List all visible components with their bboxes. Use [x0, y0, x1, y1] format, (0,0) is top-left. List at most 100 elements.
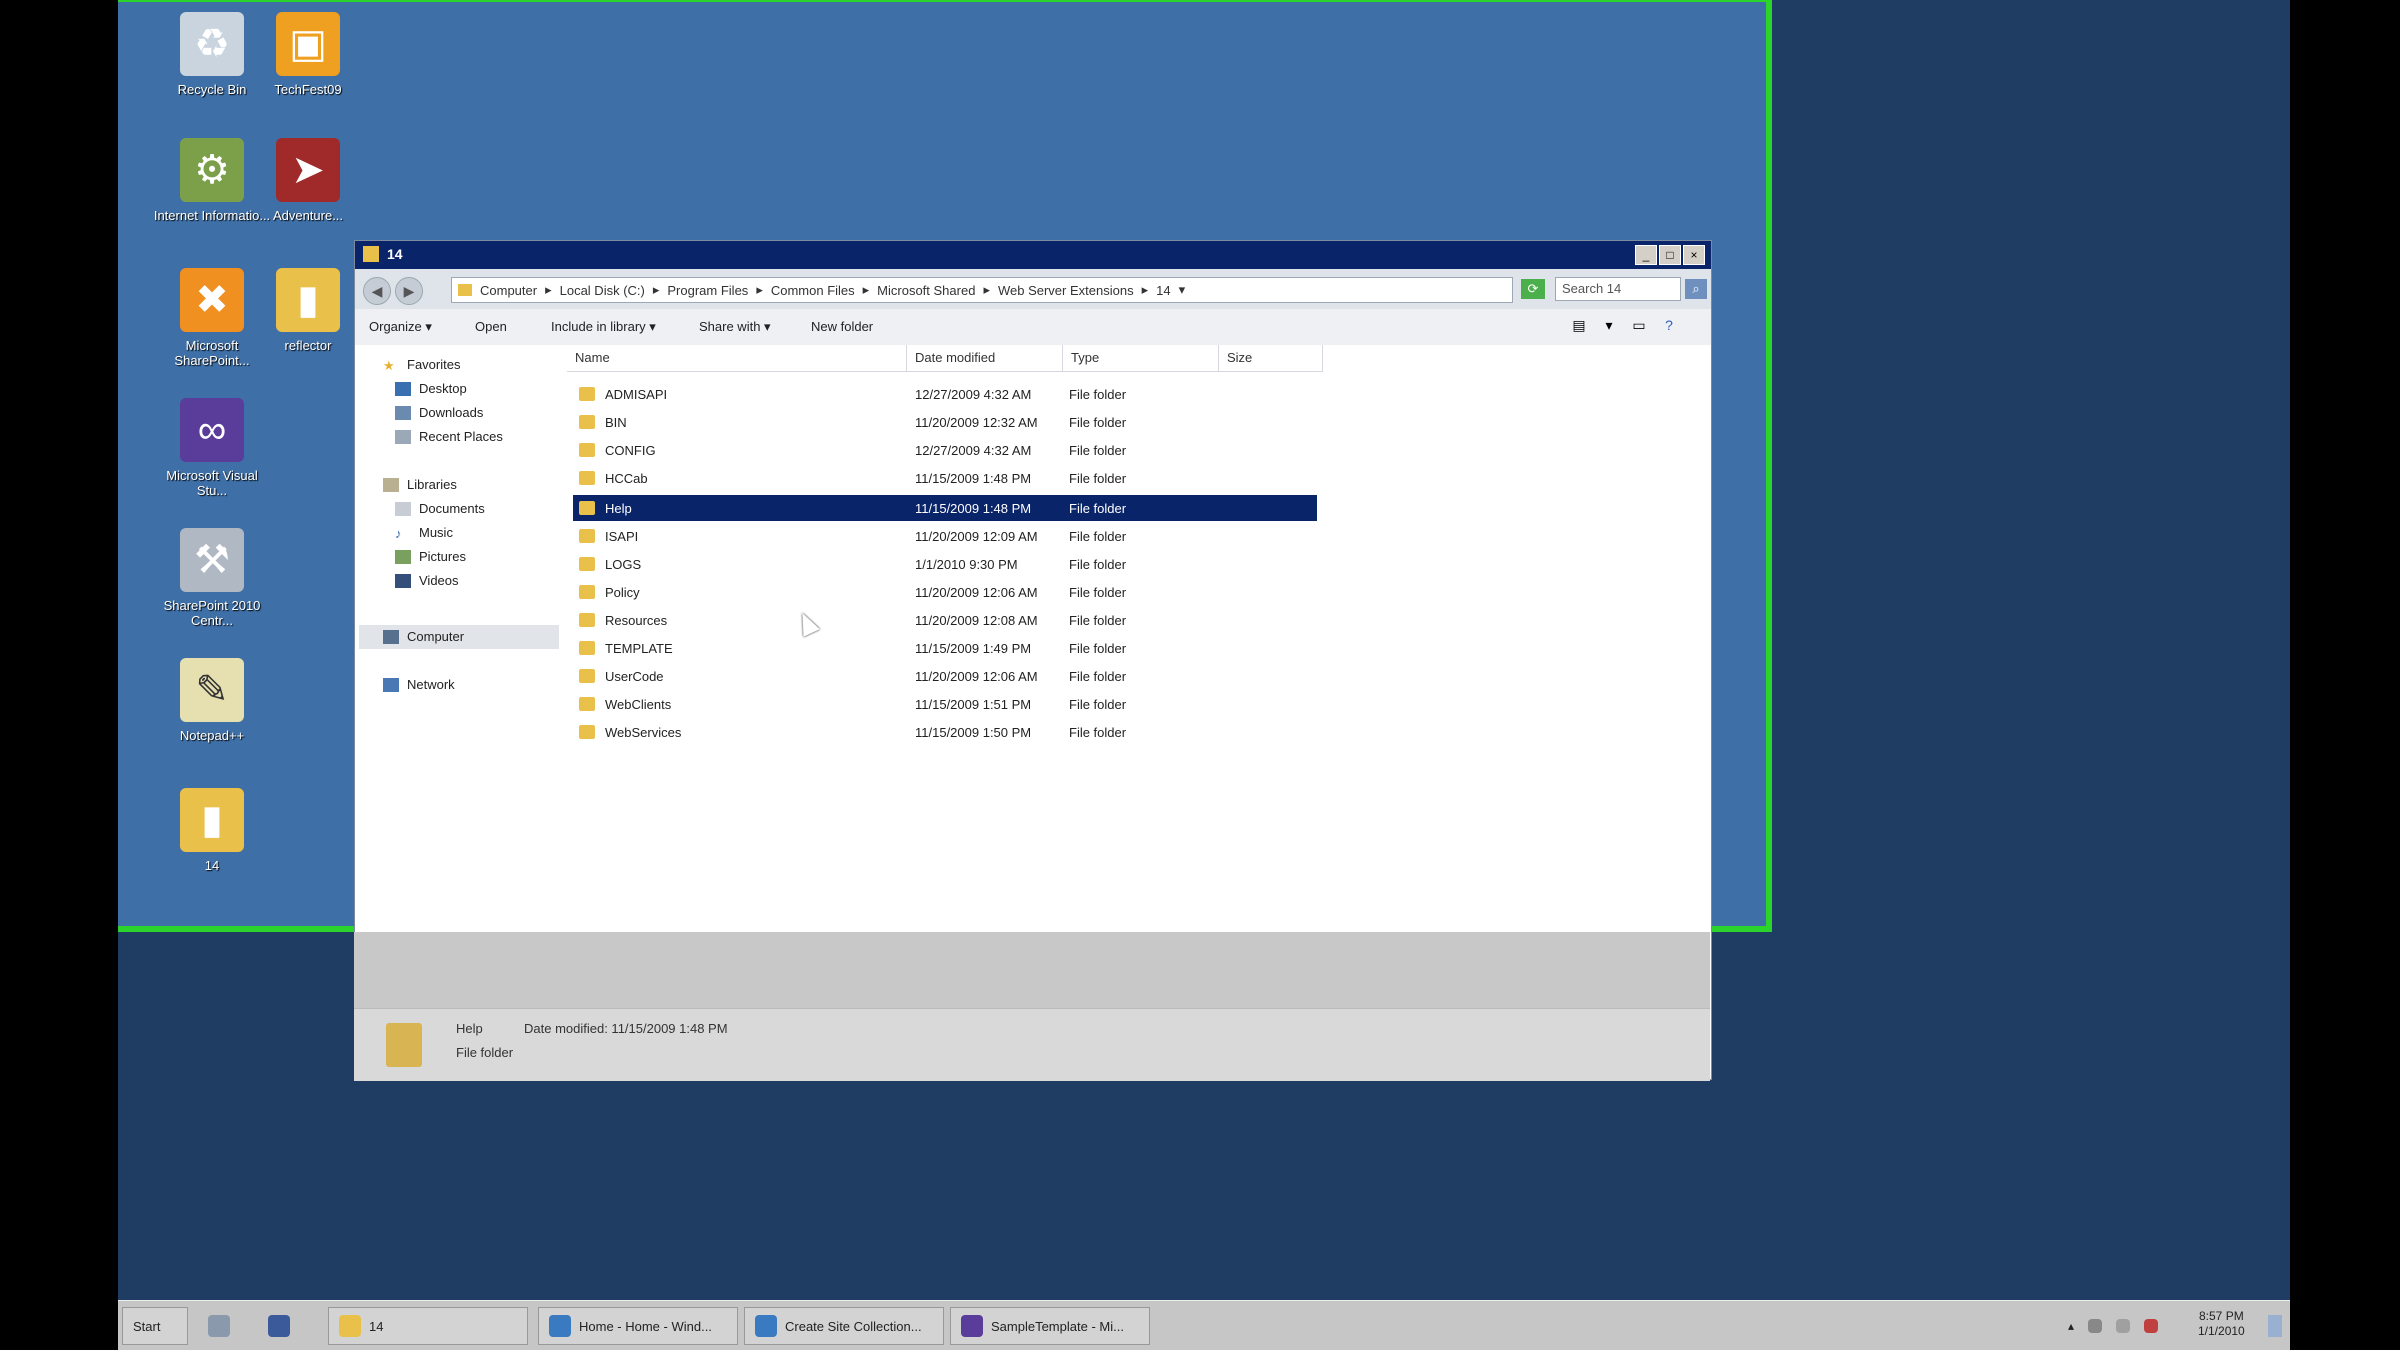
nav-network[interactable]: Network [383, 677, 455, 692]
alert-icon[interactable] [2144, 1319, 2159, 1333]
taskbar-item-ie-home[interactable]: Home - Home - Wind... [538, 1307, 738, 1345]
nav-pictures[interactable]: Pictures [395, 549, 466, 564]
nav-favorites[interactable]: ★ Favorites [383, 357, 461, 373]
close-button[interactable]: × [1683, 245, 1705, 265]
new-folder-button[interactable]: New folder [811, 319, 873, 334]
chevron-down-icon[interactable]: ▾ [1599, 317, 1619, 337]
clock-time: 8:57 PM [2199, 1309, 2244, 1323]
table-row[interactable]: CONFIG 12/27/2009 4:32 AM File folder [573, 437, 1317, 463]
table-row-selected[interactable]: Help 11/15/2009 1:48 PM File folder [573, 495, 1317, 521]
share-with-button[interactable]: Share with ▾ [699, 319, 771, 335]
table-row[interactable]: WebServices 11/15/2009 1:50 PM File folder [573, 719, 1317, 745]
desktop-icon-notepad[interactable]: ✎ Notepad++ [152, 658, 272, 743]
file-name: HCCab [605, 470, 648, 486]
table-row[interactable]: ADMISAPI 12/27/2009 4:32 AM File folder [573, 381, 1317, 407]
file-date: 11/15/2009 1:50 PM [915, 724, 1032, 740]
desktop-icon [395, 381, 411, 396]
show-desktop-button[interactable] [2268, 1315, 2282, 1337]
table-row[interactable]: UserCode 11/20/2009 12:06 AM File folder [573, 663, 1317, 689]
desktop-icon-visual-studio[interactable]: ∞ Microsoft Visual Stu... [152, 398, 272, 498]
desktop-icon-reflector[interactable]: ▮ reflector [248, 268, 368, 353]
views-icon[interactable]: ▤ [1569, 317, 1589, 337]
nav-documents[interactable]: Documents [395, 501, 485, 516]
taskbar-item-label: 14 [369, 1318, 384, 1334]
title-bar[interactable]: 14 _ □ × [355, 241, 1711, 269]
crumb[interactable]: Local Disk (C:) [560, 283, 645, 298]
crumb[interactable]: Computer [480, 283, 537, 298]
help-icon[interactable]: ? [1659, 317, 1679, 337]
nav-desktop[interactable]: Desktop [395, 381, 467, 396]
file-date: 11/15/2009 1:51 PM [915, 696, 1032, 712]
table-row[interactable]: Policy 11/20/2009 12:06 AM File folder [573, 579, 1317, 605]
server-manager-icon[interactable] [208, 1307, 230, 1345]
recycle-bin-icon: ♻ [180, 12, 244, 76]
column-type[interactable]: Type [1063, 345, 1219, 371]
clock[interactable]: 8:57 PM 1/1/2010 [2198, 1309, 2245, 1339]
nav-music[interactable]: ♪ Music [395, 525, 453, 541]
desktop-icon-central-admin[interactable]: ⚒ SharePoint 2010 Centr... [152, 528, 272, 628]
tray-expand-icon[interactable]: ▴ [2068, 1319, 2074, 1333]
table-row[interactable]: BIN 11/20/2009 12:32 AM File folder [573, 409, 1317, 435]
details-type: File folder [456, 1045, 514, 1060]
folder-icon [579, 415, 595, 429]
crumb[interactable]: Web Server Extensions [998, 283, 1134, 298]
desktop-icon-techfest[interactable]: ▣ TechFest09 [248, 12, 368, 97]
nav-label: Libraries [407, 477, 457, 492]
back-button[interactable]: ◀ [363, 277, 391, 305]
nav-label: Downloads [419, 405, 484, 420]
forward-button[interactable]: ▶ [395, 277, 423, 305]
table-row[interactable]: HCCab 11/15/2009 1:48 PM File folder [573, 465, 1317, 491]
crumb[interactable]: 14 [1156, 283, 1170, 298]
powershell-icon[interactable] [268, 1307, 290, 1345]
start-button[interactable]: Start [122, 1307, 188, 1345]
desktop-icon-label: Microsoft Visual Stu... [166, 468, 258, 498]
file-type: File folder [1069, 612, 1127, 628]
crumb[interactable]: Microsoft Shared [877, 283, 975, 298]
refresh-icon[interactable]: ⟳ [1521, 279, 1545, 299]
file-date: 11/20/2009 12:06 AM [915, 584, 1038, 600]
taskbar-item-visual-studio[interactable]: SampleTemplate - Mi... [950, 1307, 1150, 1345]
search-input[interactable]: Search 14 [1555, 277, 1681, 301]
nav-label: Favorites [407, 357, 461, 372]
folder-icon [386, 1023, 422, 1067]
file-type: File folder [1069, 668, 1127, 684]
nav-recent-places[interactable]: Recent Places [395, 429, 503, 444]
table-row[interactable]: LOGS 1/1/2010 9:30 PM File folder [573, 551, 1317, 577]
taskbar-item-label: SampleTemplate - Mi... [991, 1318, 1124, 1334]
preview-pane-icon[interactable]: ▭ [1629, 317, 1649, 337]
include-in-library-button[interactable]: Include in library ▾ [551, 319, 656, 335]
table-row[interactable]: WebClients 11/15/2009 1:51 PM File folder [573, 691, 1317, 717]
ie-icon [755, 1315, 777, 1337]
breadcrumb[interactable]: Computer ▸ Local Disk (C:) ▸ Program Files… [451, 277, 1513, 303]
nav-videos[interactable]: Videos [395, 573, 459, 588]
desktop-icon-14[interactable]: ▮ 14 [152, 788, 272, 873]
nav-libraries[interactable]: Libraries [383, 477, 457, 492]
search-icon[interactable]: ⌕ [1685, 279, 1707, 299]
column-name[interactable]: Name [567, 345, 907, 371]
file-date: 11/15/2009 1:49 PM [915, 640, 1032, 656]
file-type: File folder [1069, 696, 1127, 712]
network-icon[interactable] [2088, 1319, 2103, 1333]
taskbar-item-folder[interactable]: 14 [328, 1307, 528, 1345]
crumb[interactable]: Common Files [771, 283, 855, 298]
nav-computer[interactable]: Computer [383, 629, 464, 644]
nav-downloads[interactable]: Downloads [395, 405, 483, 420]
maximize-button[interactable]: □ [1659, 245, 1681, 265]
file-name: Help [605, 500, 632, 516]
column-date-modified[interactable]: Date modified [907, 345, 1063, 371]
desktop-icon-adventure[interactable]: ➤ Adventure... [248, 138, 368, 223]
open-button[interactable]: Open [475, 319, 507, 334]
folder-icon [579, 725, 595, 739]
table-row[interactable]: Resources 11/20/2009 12:08 AM File folder [573, 607, 1317, 633]
crumb[interactable]: Program Files [667, 283, 748, 298]
pictures-icon [395, 549, 411, 564]
table-row[interactable]: ISAPI 11/20/2009 12:09 AM File folder [573, 523, 1317, 549]
volume-icon[interactable] [2116, 1319, 2131, 1333]
organize-button[interactable]: Organize ▾ [369, 319, 432, 335]
table-row[interactable]: TEMPLATE 11/15/2009 1:49 PM File folder [573, 635, 1317, 661]
minimize-button[interactable]: _ [1635, 245, 1657, 265]
column-size[interactable]: Size [1219, 345, 1323, 371]
file-type: File folder [1069, 640, 1127, 656]
taskbar-item-ie-create[interactable]: Create Site Collection... [744, 1307, 944, 1345]
folder-icon: ▮ [276, 268, 340, 332]
